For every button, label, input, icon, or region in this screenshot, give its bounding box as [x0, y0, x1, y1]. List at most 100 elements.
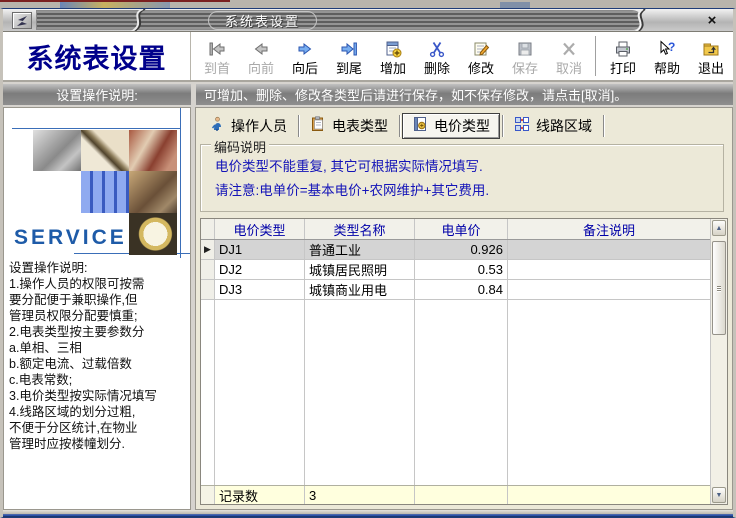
tab-separator: [298, 115, 299, 137]
toolbar-label: 修改: [468, 62, 494, 76]
toolbar-button-cancel[interactable]: 取消: [547, 33, 591, 79]
app-icon[interactable]: [12, 12, 32, 29]
current-row-arrow: ▶: [204, 245, 211, 254]
window-body: SERVICE 设置操作说明: 1.操作人员的权限可按需 要分配便于兼职操作,但…: [3, 107, 733, 510]
tab-separator: [502, 115, 503, 137]
cell-type-name: 普通工业: [305, 240, 415, 259]
footer-selector-cell: [201, 486, 215, 504]
scroll-up-button[interactable]: ▲: [712, 220, 726, 236]
service-collage: SERVICE: [4, 108, 190, 258]
grid-line: [414, 300, 415, 485]
toolbar-button-add[interactable]: 增加: [371, 33, 415, 79]
toolbar-button-save[interactable]: 保存: [503, 33, 547, 79]
save-icon: [514, 37, 536, 61]
delete-icon: [426, 37, 448, 61]
tab-separator: [399, 115, 400, 137]
photo-business: [129, 171, 177, 213]
photo-pen: [81, 130, 129, 171]
header-selector-cell: [201, 219, 215, 239]
main-panel: 操作人员 电表类型 电价类型: [195, 107, 733, 510]
column-header-unit-price[interactable]: 电单价: [415, 219, 508, 239]
column-header-type-name[interactable]: 类型名称: [305, 219, 415, 239]
screen: 系统表设置 × 系统表设置 到首 向前: [0, 0, 736, 518]
price-type-icon: [412, 116, 428, 135]
tab-price-type[interactable]: 电价类型: [402, 113, 500, 139]
toolbar-label: 向前: [248, 62, 274, 76]
titlebar-curve-divider: [629, 9, 655, 32]
toolbar-label: 向后: [292, 62, 318, 76]
toolbar-button-exit[interactable]: 退出: [689, 33, 733, 79]
cell-unit-price: 0.926: [415, 240, 508, 259]
toolbar-label: 打印: [610, 62, 636, 76]
toolbar-label: 删除: [424, 62, 450, 76]
grid-line: [214, 300, 215, 485]
table-row[interactable]: ▶ DJ1 普通工业 0.926: [201, 240, 710, 260]
toolbar: 到首 向前 向后: [191, 32, 733, 80]
line-area-icon: [514, 116, 530, 135]
footer-empty-cell: [415, 486, 508, 504]
grid-line: [304, 300, 305, 485]
toolbar-label: 退出: [698, 62, 724, 76]
tab-label: 操作人员: [231, 116, 287, 136]
cell-note: [508, 240, 710, 259]
window-bottom-border: [3, 510, 733, 517]
photo-tools: [33, 130, 81, 171]
service-wordmark: SERVICE: [14, 226, 127, 250]
cell-note: [508, 260, 710, 279]
tab-operators[interactable]: 操作人员: [200, 113, 296, 139]
table-row[interactable]: DJ3 城镇商业用电 0.84: [201, 280, 710, 300]
toolbar-label: 取消: [556, 62, 582, 76]
cell-note: [508, 280, 710, 299]
column-header-price-type[interactable]: 电价类型: [215, 219, 305, 239]
cell-type-name: 城镇商业用电: [305, 280, 415, 299]
toolbar-button-prev[interactable]: 向前: [239, 33, 283, 79]
scrollbar-thumb[interactable]: [712, 241, 726, 335]
toolbar-separator: [595, 36, 597, 76]
grid-line: [507, 300, 508, 485]
photo-keyboard: [81, 171, 129, 213]
toolbar-button-delete[interactable]: 删除: [415, 33, 459, 79]
tab-bar: 操作人员 电表类型 电价类型: [196, 108, 732, 140]
toolbar-label: 帮助: [654, 62, 680, 76]
vertical-scrollbar[interactable]: ▲ ▼: [710, 219, 727, 504]
add-icon: [382, 37, 404, 61]
desktop-background: [0, 0, 736, 8]
close-button[interactable]: ×: [703, 11, 721, 29]
scrollbar-grip: [717, 286, 721, 292]
tab-label: 电表类型: [332, 116, 388, 136]
tab-separator: [603, 115, 604, 137]
scroll-down-button[interactable]: ▼: [712, 487, 726, 503]
svg-text:?: ?: [668, 40, 675, 54]
notice-bar: 可增加、删除、修改各类型后请进行保存，如不保存修改，请点击[取消]。: [196, 84, 733, 105]
tab-line-area[interactable]: 线路区域: [505, 113, 601, 139]
toolbar-row: 系统表设置 到首 向前: [3, 32, 733, 82]
decor-line: [180, 108, 181, 258]
cell-unit-price: 0.53: [415, 260, 508, 279]
record-count-label: 记录数: [215, 486, 305, 504]
toolbar-button-first[interactable]: 到首: [195, 33, 239, 79]
prev-icon: [250, 37, 272, 61]
table-row[interactable]: DJ2 城镇居民照明 0.53: [201, 260, 710, 280]
window-title-frame: 系统表设置: [208, 11, 317, 30]
toolbar-button-edit[interactable]: 修改: [459, 33, 503, 79]
price-type-table: 电价类型 类型名称 电单价 备注说明 ▶ DJ1 普通工业 0.926: [200, 218, 728, 505]
cell-price-type: DJ1: [215, 240, 305, 259]
table-empty-area: [201, 300, 710, 485]
toolbar-button-help[interactable]: ? 帮助: [645, 33, 689, 79]
meter-type-icon: [310, 116, 326, 135]
first-icon: [206, 37, 228, 61]
toolbar-button-next[interactable]: 向后: [283, 33, 327, 79]
toolbar-button-last[interactable]: 到尾: [327, 33, 371, 79]
toolbar-button-print[interactable]: 打印: [601, 33, 645, 79]
app-window: 系统表设置 × 系统表设置 到首 向前: [0, 8, 736, 518]
code-note-line: 电价类型不能重复, 其它可根据实际情况填写.: [215, 155, 723, 179]
code-note-line: 请注意:电单价=基本电价+农网维护+其它费用.: [215, 179, 723, 203]
column-header-note[interactable]: 备注说明: [508, 219, 710, 239]
operation-instructions: 设置操作说明: 1.操作人员的权限可按需 要分配便于兼职操作,但 管理员权限分配…: [9, 260, 188, 452]
cell-price-type: DJ2: [215, 260, 305, 279]
last-icon: [338, 37, 360, 61]
row-selector: [201, 260, 215, 279]
groupbox-title: 编码说明: [211, 137, 269, 156]
tab-meter-type[interactable]: 电表类型: [301, 113, 397, 139]
row-selector: ▶: [201, 240, 215, 259]
